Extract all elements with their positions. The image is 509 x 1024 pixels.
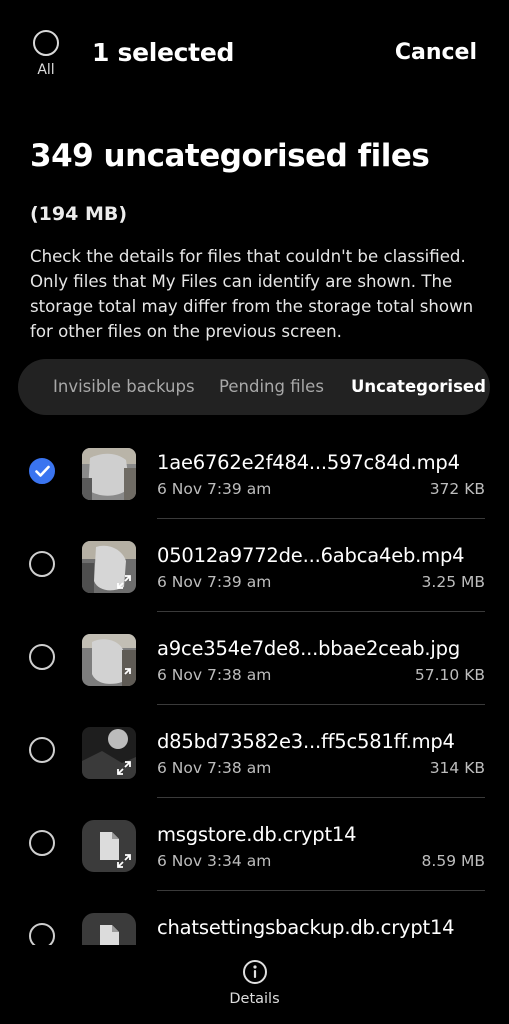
file-date: 6 Nov 7:39 am xyxy=(157,573,272,591)
divider xyxy=(157,518,485,519)
video-thumbnail xyxy=(82,541,136,593)
file-size: 3.25 MB xyxy=(421,573,485,591)
file-name: 1ae6762e2f484...597c84d.mp4 xyxy=(157,451,460,474)
category-tabs: Invisible backups Pending files Uncatego… xyxy=(18,359,490,415)
details-label: Details xyxy=(229,991,280,1007)
select-all-label: All xyxy=(37,62,55,78)
expand-icon xyxy=(117,854,131,868)
file-name: chatsettingsbackup.db.crypt14 xyxy=(157,916,455,939)
select-all-toggle[interactable]: All xyxy=(28,30,64,78)
item-checkbox[interactable] xyxy=(29,737,55,763)
document-icon xyxy=(82,913,136,945)
video-thumbnail xyxy=(82,448,136,500)
expand-icon xyxy=(117,761,131,775)
divider xyxy=(157,797,485,798)
list-item[interactable]: 1ae6762e2f484...597c84d.mp4 6 Nov 7:39 a… xyxy=(0,427,509,519)
file-name: msgstore.db.crypt14 xyxy=(157,823,357,846)
file-date: 6 Nov 7:39 am xyxy=(157,480,272,498)
divider xyxy=(157,704,485,705)
description-text: Check the details for files that couldn'… xyxy=(30,247,474,341)
file-list: 1ae6762e2f484...597c84d.mp4 6 Nov 7:39 a… xyxy=(0,427,509,945)
item-checkbox[interactable] xyxy=(29,551,55,577)
file-name: a9ce354e7de8...bbae2ceab.jpg xyxy=(157,637,461,660)
file-size: 372 KB xyxy=(429,480,485,498)
list-item[interactable]: d85bd73582e3...ff5c581ff.mp4 6 Nov 7:38 … xyxy=(0,706,509,798)
bottom-bar: Details xyxy=(0,945,509,1024)
file-name: 05012a9772de...6abca4eb.mp4 xyxy=(157,544,465,567)
tab-uncategorised[interactable]: Uncategorised xyxy=(351,377,486,396)
list-item[interactable]: a9ce354e7de8...bbae2ceab.jpg 6 Nov 7:38 … xyxy=(0,613,509,705)
list-item[interactable]: 05012a9772de...6abca4eb.mp4 6 Nov 7:39 a… xyxy=(0,520,509,612)
page-title: 349 uncategorised files xyxy=(30,138,430,174)
video-thumbnail-dark xyxy=(82,727,136,779)
selection-count: 1 selected xyxy=(92,38,235,67)
file-size: 57.10 KB xyxy=(414,666,485,684)
top-bar: All 1 selected Cancel xyxy=(0,0,509,100)
expand-icon xyxy=(117,575,131,589)
file-name: d85bd73582e3...ff5c581ff.mp4 xyxy=(157,730,455,753)
check-icon xyxy=(35,465,50,477)
image-thumbnail xyxy=(82,634,136,686)
list-item[interactable]: msgstore.db.crypt14 6 Nov 3:34 am 8.59 M… xyxy=(0,799,509,891)
file-date: 6 Nov 7:38 am xyxy=(157,759,272,777)
item-checkbox[interactable] xyxy=(29,644,55,670)
item-checkbox[interactable] xyxy=(29,458,55,484)
file-date: 6 Nov 3:34 am xyxy=(157,852,272,870)
total-size: (194 MB) xyxy=(30,203,128,225)
divider xyxy=(157,611,485,612)
divider xyxy=(157,890,485,891)
file-date: 6 Nov 7:38 am xyxy=(157,666,272,684)
tab-invisible-backups[interactable]: Invisible backups xyxy=(53,377,195,396)
cancel-button[interactable]: Cancel xyxy=(395,40,477,65)
tab-pending-files[interactable]: Pending files xyxy=(219,377,324,396)
item-checkbox[interactable] xyxy=(29,923,55,945)
item-checkbox[interactable] xyxy=(29,830,55,856)
file-size: 314 KB xyxy=(429,759,485,777)
info-icon xyxy=(243,960,267,984)
document-icon xyxy=(82,820,136,872)
file-size: 8.59 MB xyxy=(421,852,485,870)
select-all-checkbox[interactable] xyxy=(33,30,59,56)
list-item[interactable]: chatsettingsbackup.db.crypt14 xyxy=(0,892,509,945)
expand-icon xyxy=(124,668,131,675)
